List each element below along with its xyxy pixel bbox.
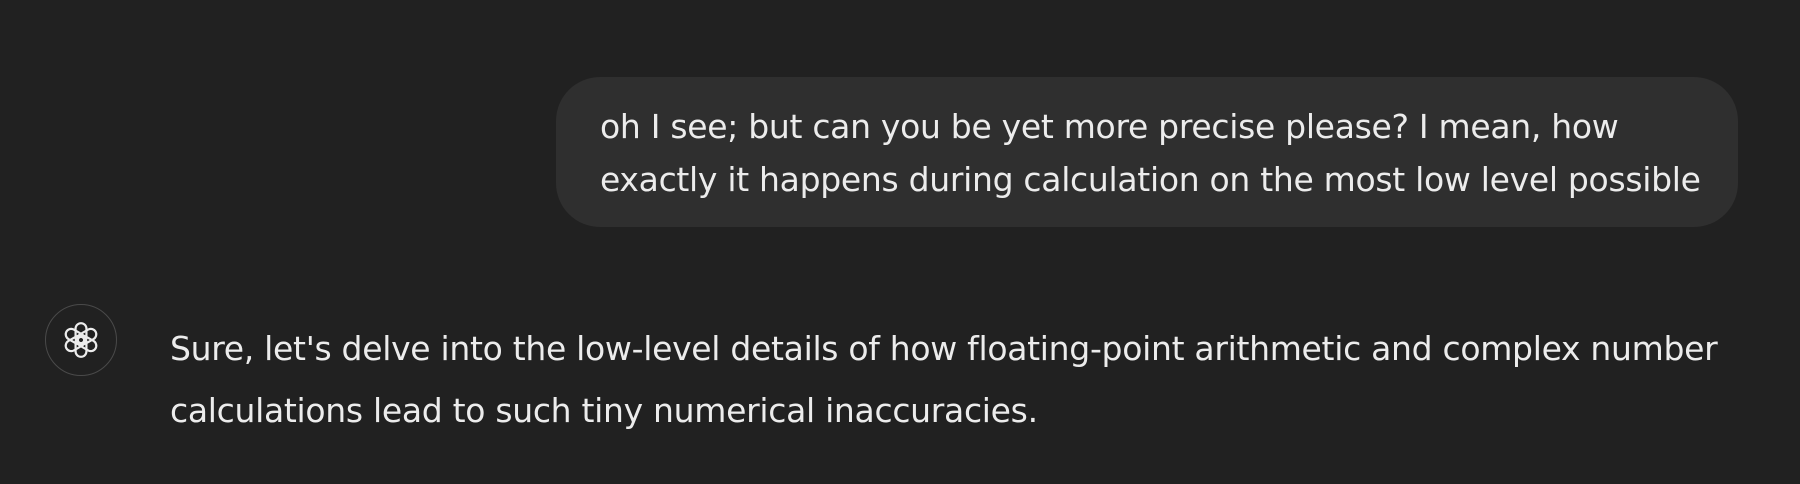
assistant-message-text: Sure, let's delve into the low-level det…	[170, 318, 1718, 442]
assistant-message-line-2: calculations lead to such tiny numerical…	[170, 391, 1038, 430]
user-message-row: oh I see; but can you be yet more precis…	[556, 77, 1738, 227]
user-message-line-2: exactly it happens during calculation on…	[600, 160, 1701, 199]
user-message-bubble: oh I see; but can you be yet more precis…	[556, 77, 1738, 227]
assistant-message-line-1: Sure, let's delve into the low-level det…	[170, 329, 1718, 368]
assistant-avatar	[45, 304, 117, 376]
user-message-line-1: oh I see; but can you be yet more precis…	[600, 107, 1619, 146]
openai-logo-icon	[64, 322, 98, 358]
